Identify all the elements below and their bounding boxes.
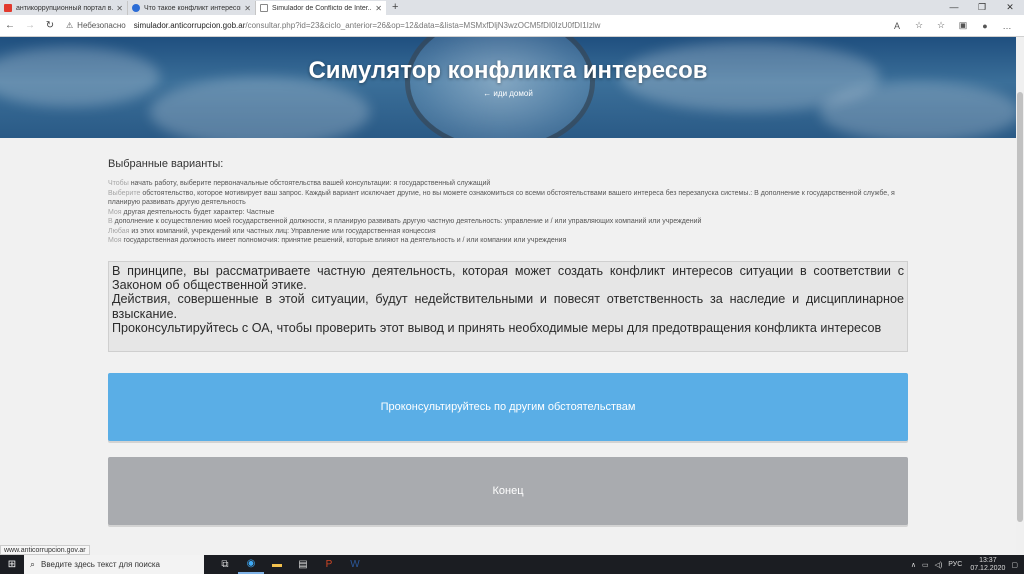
powerpoint-icon[interactable]: P: [316, 555, 342, 574]
browser-tab-strip: антикоррупционный портал в... ✕ Что тако…: [0, 0, 1024, 15]
close-icon[interactable]: ✕: [116, 4, 123, 13]
more-icon[interactable]: …: [996, 21, 1018, 31]
close-icon[interactable]: ✕: [375, 4, 382, 13]
favorite-star-icon[interactable]: ☆: [908, 20, 930, 31]
window-controls: — ❐ ✕: [940, 0, 1024, 15]
home-link[interactable]: ← иди домой: [0, 89, 1016, 98]
security-indicator[interactable]: ⚠ Небезопасно: [66, 21, 126, 30]
taskbar-apps: ⧉ ◉ ▬ ▤ P W: [212, 555, 368, 574]
search-placeholder: Введите здесь текст для поиска: [41, 560, 160, 569]
read-aloud-icon[interactable]: A: [886, 21, 908, 31]
address-bar[interactable]: ⚠ Небезопасно simulador.anticorrupcion.g…: [66, 17, 886, 35]
collections-icon[interactable]: ▣: [952, 20, 974, 31]
result-text: Действия, совершенные в этой ситуации, б…: [112, 292, 904, 321]
close-window-icon[interactable]: ✕: [996, 0, 1024, 15]
clock[interactable]: 13:37 07.12.2020: [970, 557, 1005, 573]
reload-icon[interactable]: ↻: [40, 20, 60, 31]
selected-options-title: Выбранные варианты:: [108, 158, 224, 170]
tab-title: Что такое конфликт интересов...: [144, 4, 242, 12]
option-line: Выберите обстоятельство, которое мотивир…: [108, 189, 895, 207]
result-text: Проконсультируйтесь с ОА, чтобы проверит…: [112, 320, 882, 335]
scrollbar-thumb[interactable]: [1017, 92, 1023, 522]
insecure-label: Небезопасно: [77, 21, 126, 30]
chevron-up-icon[interactable]: ∧: [911, 561, 916, 569]
file-explorer-icon[interactable]: ▬: [264, 555, 290, 574]
selected-options: Выбранные варианты: Чтобы начать работу,…: [108, 158, 908, 246]
page-content: Симулятор конфликта интересов ← иди домо…: [0, 37, 1016, 554]
clock-time: 13:37: [979, 556, 997, 564]
option-line: Чтобы начать работу, выберите первоначал…: [108, 180, 491, 187]
option-line: Любая из этих компаний, учреждений или ч…: [108, 227, 436, 235]
url-path: /consultar.php?id=23&ciclo_anterior=26&o…: [245, 21, 601, 30]
close-icon[interactable]: ✕: [244, 4, 251, 13]
windows-taskbar: ⊞ ⌕ Введите здесь текст для поиска ⧉ ◉ ▬…: [0, 555, 1024, 574]
favorites-icon[interactable]: ☆: [930, 20, 952, 31]
browser-toolbar: ← → ↻ ⚠ Небезопасно simulador.anticorrup…: [0, 15, 1024, 37]
warning-icon: ⚠: [66, 21, 74, 30]
back-arrow-icon[interactable]: ←: [0, 20, 20, 31]
hero-banner: Симулятор конфликта интересов ← иди домо…: [0, 37, 1016, 138]
consult-other-button[interactable]: Проконсультируйтесь по другим обстоятель…: [108, 373, 908, 441]
search-icon: ⌕: [30, 559, 36, 569]
clock-date: 07.12.2020: [970, 564, 1006, 572]
magnifier-image: [405, 37, 595, 138]
result-text: В принципе, вы рассматриваете частную де…: [112, 264, 904, 293]
taskbar-search[interactable]: ⌕ Введите здесь текст для поиска: [24, 555, 204, 574]
toolbar-icons: A ☆ ☆ ▣ ● …: [886, 20, 1018, 31]
option-line: Моя государственная должность имеет полн…: [108, 237, 567, 244]
notifications-icon[interactable]: ▢: [1011, 561, 1018, 569]
end-button[interactable]: Конец: [108, 457, 908, 525]
yandex-favicon-icon: [4, 4, 12, 12]
profile-icon[interactable]: ●: [974, 21, 996, 31]
task-view-icon[interactable]: ⧉: [212, 555, 238, 574]
browser-tab[interactable]: Что такое конфликт интересов... ✕: [128, 1, 256, 15]
page-scrollbar[interactable]: [1016, 37, 1024, 554]
minimize-icon[interactable]: —: [940, 0, 968, 15]
network-icon[interactable]: ▭: [922, 561, 929, 569]
forward-arrow-icon[interactable]: →: [20, 20, 40, 31]
page-favicon-icon: [260, 4, 268, 12]
windows-start-icon[interactable]: ⊞: [0, 559, 24, 570]
page-title: Симулятор конфликта интересов: [308, 57, 708, 84]
option-line: В дополнение к осуществлению моей госуда…: [108, 218, 702, 225]
option-line: Моя другая деятельность будет характер: …: [108, 208, 275, 216]
maximize-icon[interactable]: ❐: [968, 0, 996, 15]
tab-title: Simulador de Conflicto de Inter...: [272, 4, 373, 12]
browser-tab[interactable]: антикоррупционный портал в... ✕: [0, 1, 128, 15]
language-indicator[interactable]: РУС: [948, 561, 962, 568]
result-box: В принципе, вы рассматриваете частную де…: [108, 261, 908, 352]
store-icon[interactable]: ▤: [290, 555, 316, 574]
word-icon[interactable]: W: [342, 555, 368, 574]
tab-title: антикоррупционный портал в...: [16, 4, 114, 12]
edge-icon[interactable]: ◉: [238, 555, 264, 574]
site-favicon-icon: [132, 4, 140, 12]
volume-icon[interactable]: ◁): [935, 561, 943, 569]
new-tab-button[interactable]: +: [386, 1, 404, 15]
system-tray: ∧ ▭ ◁) РУС 13:37 07.12.2020 ▢: [905, 555, 1018, 574]
browser-tab-active[interactable]: Simulador de Conflicto de Inter... ✕: [256, 1, 386, 15]
status-link-preview: www.anticorrupcion.gov.ar: [0, 545, 90, 555]
url-host: simulador.anticorrupcion.gob.ar: [133, 21, 246, 30]
